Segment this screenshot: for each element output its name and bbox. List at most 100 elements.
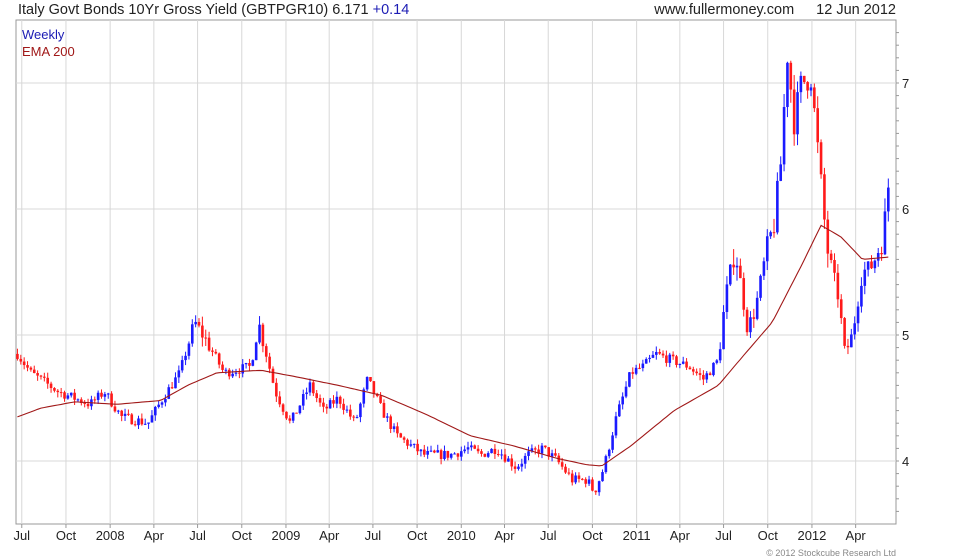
candle-body [527,451,530,456]
candle-body [39,375,43,377]
candle-body [685,361,688,368]
x-tick-label: 2012 [797,528,826,543]
x-tick-label: Jul [365,528,382,543]
y-tick-label: 7 [902,76,909,91]
candle-body [103,394,107,397]
candle-body [140,418,144,425]
candle-body [174,377,177,389]
candle-body [779,164,783,181]
candle-body [318,398,322,403]
candle-body [597,481,601,493]
candle-body [396,426,399,434]
candle-body [157,404,160,407]
candle-body [500,454,503,456]
candle-body [587,479,591,484]
candle-body [268,356,271,369]
candle-body [769,232,772,237]
candle-body [96,392,100,400]
candle-body [399,433,403,438]
candle-body [100,392,103,397]
candle-body [708,373,712,376]
candle-body [369,376,372,382]
x-tick-label: Apr [846,528,867,543]
candle-body [671,354,675,357]
candle-body [507,458,510,462]
candle-body [187,343,191,356]
candle-body [285,411,288,419]
candle-body [718,349,722,361]
candle-body [325,406,329,409]
candle-body [392,426,396,429]
x-tick-label: Oct [758,528,779,543]
candle-body [695,371,698,374]
x-tick-label: Jul [540,528,557,543]
candle-body [355,417,359,419]
candle-body [123,413,127,416]
candle-body [678,363,682,365]
candle-body [510,458,514,467]
candle-body [836,272,840,300]
candle-body [839,299,843,319]
candle-body [66,395,70,399]
x-tick-label: Apr [319,528,340,543]
candle-body [715,360,719,363]
candle-body [207,337,211,351]
candle-body [655,352,658,355]
candle-body [332,400,335,404]
candle-body [880,253,883,255]
candle-body [190,324,194,344]
candle-body [601,472,604,482]
candlestick-chart: 4 5 6 7 Jul Oct 2008 Apr Jul Oct 2009 Apr Jul Oct 2010… [13,19,909,543]
candle-body [264,346,268,357]
candle-body [591,479,594,491]
candle-body [856,306,860,324]
candle-body [305,392,308,395]
candle-body [735,265,739,268]
candle-body [164,398,167,403]
candle-body [813,87,816,109]
candle-body [705,373,709,380]
candle-body [594,490,598,493]
candle-body [466,447,470,450]
candle-body [638,367,641,369]
candle-body [665,355,668,363]
candle-body [342,403,345,410]
candle-body [402,437,406,440]
candle-body [792,89,796,135]
candle-body [759,275,762,298]
candle-body [624,386,628,397]
candle-body [796,92,799,135]
candle-body [503,454,507,462]
candle-body [618,404,621,417]
candle-body [456,453,460,457]
candle-body [386,416,389,418]
candle-body [443,450,446,459]
candle-body [32,369,36,374]
candle-body [73,392,76,400]
candle-body [69,392,73,396]
candle-body [244,362,248,365]
candle-body [211,350,214,352]
candle-body [833,260,836,273]
candle-body [809,87,813,91]
candle-body [742,278,746,310]
candle-body [850,334,853,348]
candle-body [422,449,426,455]
candle-body [409,444,413,446]
candle-body [483,453,487,457]
candle-body [301,394,305,406]
candle-body [113,406,117,412]
candle-body [829,253,833,261]
candle-body [352,416,355,418]
candle-body [322,402,325,407]
candle-body [261,324,265,347]
candle-body [520,463,524,467]
candle-body [406,439,409,446]
candle-body [214,351,218,354]
candle-body [675,356,678,365]
candle-body [231,373,234,377]
candle-body [668,354,672,363]
x-tick-label: Apr [670,528,691,543]
candle-body [359,403,362,418]
candle-body [177,370,181,378]
